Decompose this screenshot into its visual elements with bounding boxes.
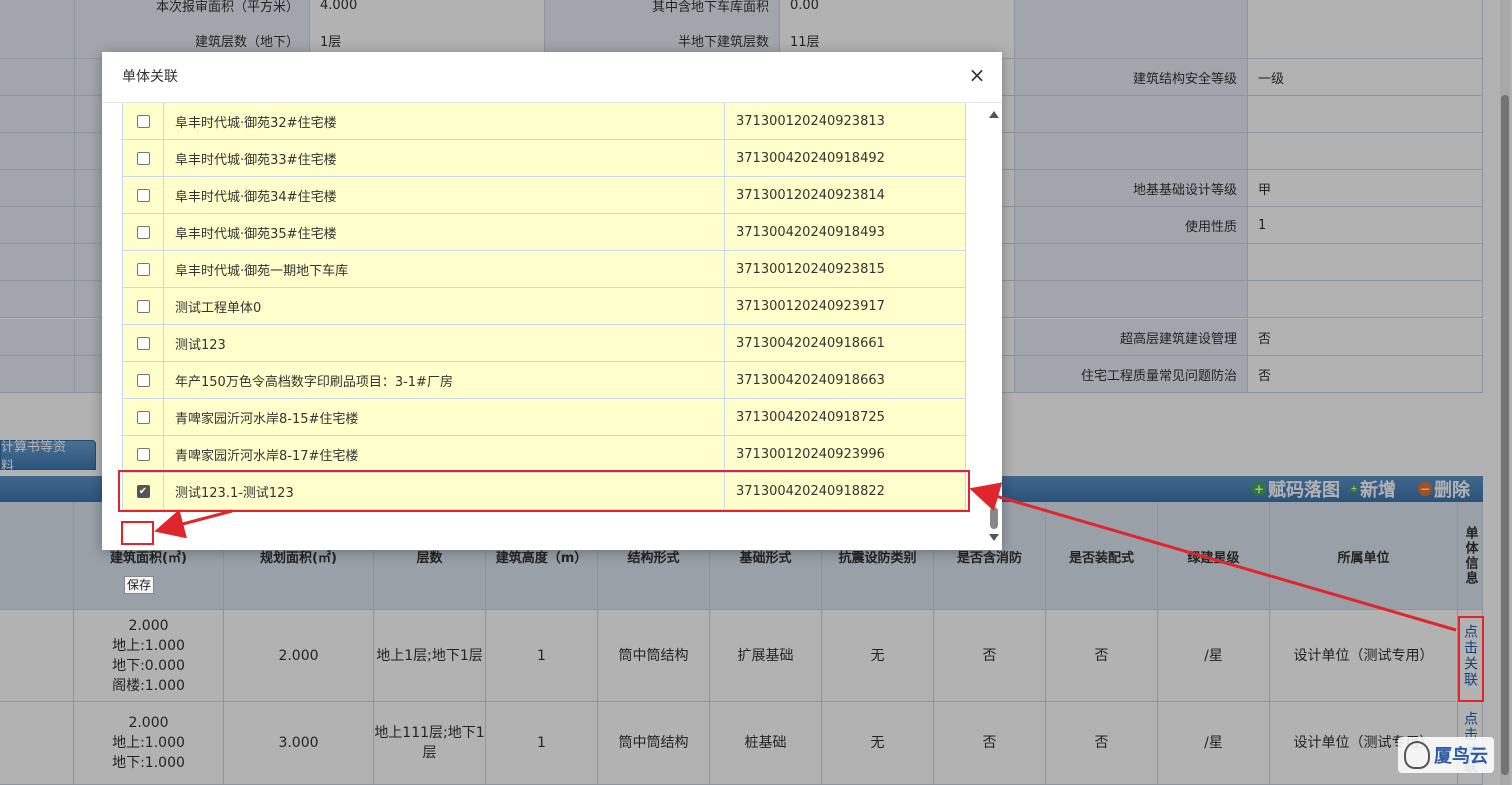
highlight-selected-row (118, 470, 970, 512)
checkbox-cell (123, 140, 164, 176)
checkbox[interactable] (136, 114, 150, 128)
unit-code: 371300120240923814 (736, 187, 885, 203)
watermark: 厦鸟云 (1398, 737, 1494, 773)
checkbox-cell (123, 362, 164, 398)
checkbox-cell (123, 436, 164, 472)
list-item[interactable]: 阜丰时代城·御苑一期地下车库 371300120240923815 (122, 251, 966, 288)
close-icon[interactable]: × (966, 64, 988, 86)
highlight-save-button (121, 521, 154, 545)
unit-code: 371300120240923917 (736, 298, 885, 314)
checkbox[interactable] (136, 410, 150, 424)
bird-logo-icon (1404, 741, 1430, 769)
unit-name: 测试工程单体0 (165, 288, 725, 324)
unit-list: 阜丰时代城·御苑32#住宅楼 371300120240923813 阜丰时代城·御苑… (122, 103, 966, 515)
list-item[interactable]: 阜丰时代城·御苑32#住宅楼 371300120240923813 (122, 103, 966, 140)
checkbox[interactable] (136, 299, 150, 313)
checkbox-cell (123, 103, 164, 139)
list-item[interactable]: 阜丰时代城·御苑34#住宅楼 371300120240923814 (122, 177, 966, 214)
checkbox-cell (123, 399, 164, 435)
checkbox-cell (123, 177, 164, 213)
unit-name: 阜丰时代城·御苑34#住宅楼 (165, 177, 725, 213)
list-item[interactable]: 测试工程单体0 371300120240923917 (122, 288, 966, 325)
unit-name: 青啤家园沂河水岸8-15#住宅楼 (165, 399, 725, 435)
unit-code: 371300420240918725 (736, 409, 885, 425)
unit-name: 年产150万色令高档数字印刷品项目：3-1#厂房 (165, 362, 725, 398)
highlight-link-cell (1458, 616, 1484, 702)
checkbox[interactable] (136, 151, 150, 165)
list-item[interactable]: 青啤家园沂河水岸8-15#住宅楼 371300420240918725 (122, 399, 966, 436)
list-item[interactable]: 青啤家园沂河水岸8-17#住宅楼 371300120240923996 (122, 436, 966, 473)
unit-name: 阜丰时代城·御苑35#住宅楼 (165, 214, 725, 250)
checkbox[interactable] (136, 225, 150, 239)
scroll-up-icon[interactable] (989, 111, 999, 118)
list-item[interactable]: 阜丰时代城·御苑35#住宅楼 371300420240918493 (122, 214, 966, 251)
checkbox-cell (123, 325, 164, 361)
unit-name: 阜丰时代城·御苑33#住宅楼 (165, 140, 725, 176)
checkbox[interactable] (136, 447, 150, 461)
unit-code: 371300420240918492 (736, 150, 885, 166)
dialog-title: 单体关联 (122, 69, 178, 85)
unit-name: 测试123 (165, 325, 725, 361)
checkbox[interactable] (136, 262, 150, 276)
checkbox[interactable] (136, 336, 150, 350)
checkbox[interactable] (136, 188, 150, 202)
unit-code: 371300120240923996 (736, 446, 885, 462)
watermark-brand: 厦鸟云 (1434, 746, 1488, 767)
checkbox-cell (123, 214, 164, 250)
unit-code: 371300120240923813 (736, 113, 885, 129)
unit-code: 371300420240918661 (736, 335, 885, 351)
unit-code: 371300420240918493 (736, 224, 885, 240)
list-item[interactable]: 测试123 371300420240918661 (122, 325, 966, 362)
dialog-scrollbar-thumb[interactable] (990, 507, 998, 529)
save-button[interactable]: 保存 (124, 576, 154, 594)
checkbox-cell (123, 251, 164, 287)
scroll-down-icon[interactable] (989, 534, 999, 541)
checkbox-cell (123, 288, 164, 324)
list-item[interactable]: 阜丰时代城·御苑33#住宅楼 371300420240918492 (122, 140, 966, 177)
unit-code: 371300120240923815 (736, 261, 885, 277)
unit-code: 371300420240918663 (736, 372, 885, 388)
unit-name: 阜丰时代城·御苑一期地下车库 (165, 251, 725, 287)
unit-name: 阜丰时代城·御苑32#住宅楼 (165, 103, 725, 139)
dialog-scrollbar[interactable] (988, 103, 1000, 549)
unit-name: 青啤家园沂河水岸8-17#住宅楼 (165, 436, 725, 472)
list-item[interactable]: 年产150万色令高档数字印刷品项目：3-1#厂房 3713004202409186… (122, 362, 966, 399)
checkbox[interactable] (136, 373, 150, 387)
